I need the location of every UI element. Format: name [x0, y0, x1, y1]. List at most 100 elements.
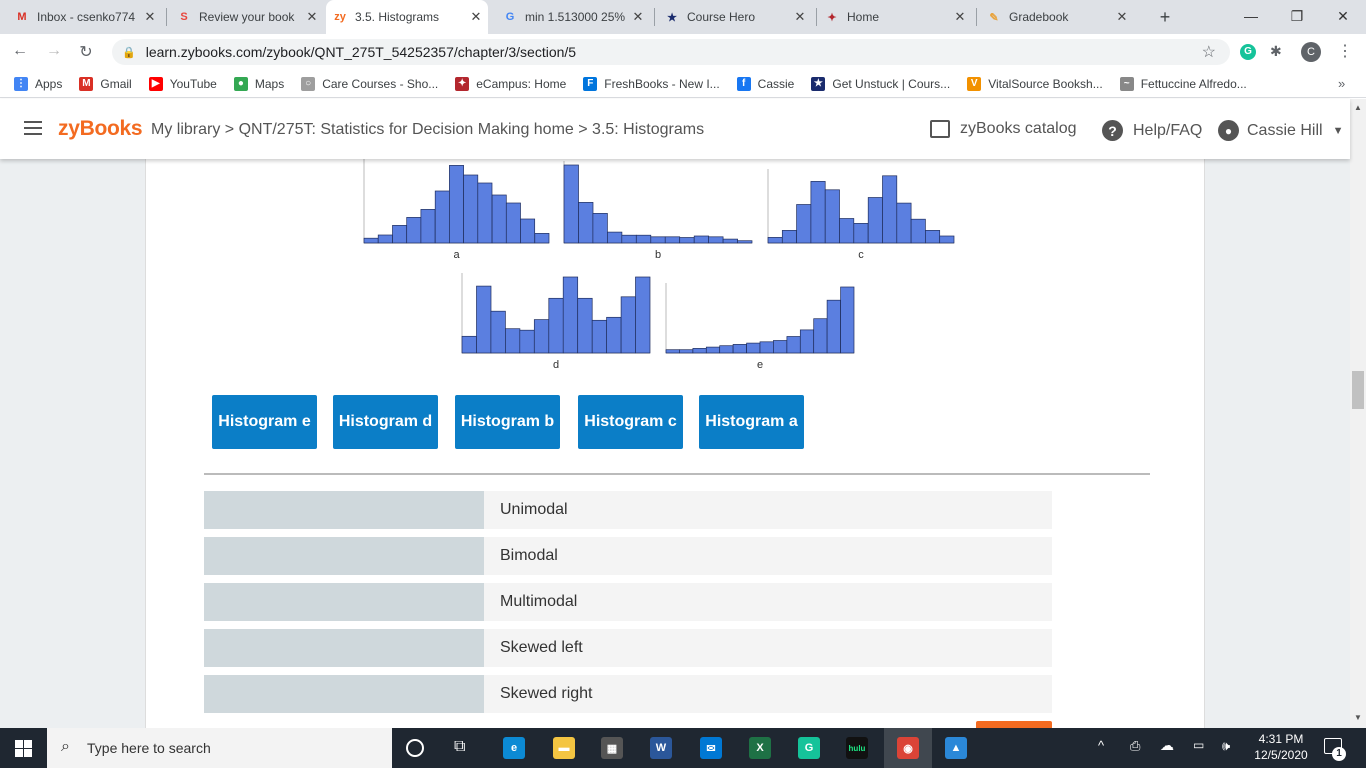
bookmark-item[interactable]: ~ Fettuccine Alfredo...	[1119, 76, 1247, 91]
browser-tab[interactable]: S Review your book ✕	[170, 6, 324, 28]
page-scrollbar[interactable]: ▲ ▼	[1350, 99, 1366, 728]
histogram-drag-button[interactable]: Histogram b	[455, 395, 560, 449]
close-tab-icon[interactable]: ✕	[1114, 9, 1130, 25]
extensions-icon[interactable]: ✱	[1270, 43, 1282, 60]
drop-zone[interactable]	[204, 629, 484, 667]
minimize-icon[interactable]: —	[1228, 4, 1274, 28]
scrollbar-thumb[interactable]	[1352, 371, 1364, 409]
bookmark-item[interactable]: ○ Care Courses - Sho...	[301, 76, 438, 91]
close-tab-icon[interactable]: ✕	[630, 9, 646, 25]
histogram-bar	[607, 231, 623, 244]
google-icon: G	[505, 11, 515, 23]
close-tab-icon[interactable]: ✕	[304, 9, 320, 25]
bookmark-item[interactable]: M Gmail	[79, 76, 132, 91]
task-view-icon[interactable]: ⧉	[454, 738, 465, 756]
bookmark-label: Gmail	[100, 76, 132, 91]
histogram-drag-button[interactable]: Histogram a	[699, 395, 804, 449]
close-window-icon[interactable]: ✕	[1320, 4, 1366, 28]
bookmark-item[interactable]: F FreshBooks - New I...	[583, 76, 720, 91]
grammarly-extension-icon[interactable]: G	[1240, 44, 1256, 60]
reload-icon[interactable]: ↻	[76, 42, 96, 62]
tray-chevron-icon[interactable]: ^	[1098, 738, 1104, 753]
histogram-bar	[939, 235, 955, 244]
file-explorer-icon[interactable]: ▬	[553, 737, 575, 759]
chrome-menu-icon[interactable]: ⋮	[1337, 41, 1353, 61]
taskbar-search[interactable]: ⌕ Type here to search	[47, 728, 392, 768]
zybooks-logo[interactable]: zyBooks	[58, 117, 143, 141]
histogram-bar	[693, 235, 710, 244]
histogram-drag-button[interactable]: Histogram c	[578, 395, 683, 449]
close-tab-icon[interactable]: ✕	[142, 9, 158, 25]
edge-icon[interactable]: e	[503, 737, 525, 759]
histogram-label: e	[757, 359, 763, 371]
cortana-icon[interactable]	[406, 739, 424, 757]
onedrive-icon[interactable]: ☁	[1160, 737, 1174, 754]
url-bar[interactable]: 🔒 learn.zybooks.com/zybook/QNT_275T_5425…	[112, 39, 1230, 65]
bookmark-item[interactable]: ⋮ Apps	[14, 76, 62, 91]
word-icon[interactable]: W	[650, 737, 672, 759]
catalog-link[interactable]: zyBooks catalog	[930, 120, 1077, 138]
bookmark-icon: ⋮	[14, 76, 28, 91]
histogram-drag-button[interactable]: Histogram d	[333, 395, 438, 449]
browser-tab[interactable]: ✎ Gradebook ✕	[980, 6, 1134, 28]
help-link[interactable]: ? Help/FAQ	[1102, 120, 1202, 141]
histogram-bar	[665, 349, 680, 354]
bookmark-item[interactable]: ▶ YouTube	[148, 76, 217, 91]
clock[interactable]: 4:31 PM 12/5/2020	[1250, 731, 1312, 763]
grammarly-icon[interactable]: G	[798, 737, 820, 759]
bookmark-icon: f	[736, 76, 751, 91]
scroll-down-icon[interactable]: ▼	[1354, 713, 1362, 722]
bookmark-item[interactable]: V VitalSource Booksh...	[967, 76, 1103, 91]
user-menu[interactable]: ● Cassie Hill ▼	[1218, 120, 1343, 141]
new-tab-button[interactable]: +	[1150, 6, 1180, 28]
drop-zone[interactable]	[204, 537, 484, 575]
browser-tab[interactable]: M Inbox - csenko774 ✕	[8, 6, 162, 28]
bookmark-item[interactable]: ✦ eCampus: Home	[455, 76, 566, 91]
battery-icon[interactable]: ▭	[1193, 738, 1204, 752]
meet-now-icon[interactable]: ⎙	[1130, 738, 1140, 754]
windows-start-icon[interactable]	[15, 740, 32, 757]
drop-zone[interactable]	[204, 675, 484, 713]
catalog-label: zyBooks catalog	[960, 120, 1077, 137]
bookmark-label: Get Unstuck | Cours...	[832, 76, 951, 91]
hulu-icon[interactable]: hulu	[846, 737, 868, 759]
close-tab-icon[interactable]: ✕	[952, 9, 968, 25]
drop-zone[interactable]	[204, 583, 484, 621]
match-row: Bimodal	[204, 537, 1052, 575]
breadcrumb[interactable]: My library > QNT/275T: Statistics for De…	[151, 121, 704, 139]
forward-icon[interactable]: →	[44, 42, 64, 60]
star-icon[interactable]: ☆	[1202, 42, 1216, 62]
match-row: Skewed left	[204, 629, 1052, 667]
check-button[interactable]	[976, 721, 1052, 728]
bookmark-item[interactable]: f Cassie	[736, 76, 794, 91]
photos-icon[interactable]: ▲	[945, 737, 967, 759]
histogram-bar	[692, 348, 707, 354]
browser-tab[interactable]: ✦ Home ✕	[818, 6, 972, 28]
bookmark-icon: ~	[1119, 76, 1134, 91]
browser-tab[interactable]: zy 3.5. Histograms ✕	[326, 0, 488, 34]
drop-zone[interactable]	[204, 491, 484, 529]
match-label: Multimodal	[484, 583, 1052, 621]
excel-icon[interactable]: X	[749, 737, 771, 759]
back-icon[interactable]: ←	[10, 42, 30, 60]
match-label: Skewed right	[484, 675, 1052, 713]
restore-icon[interactable]: ❐	[1274, 4, 1320, 28]
browser-tab[interactable]: Gmin 1.513000 25% ✕	[496, 6, 650, 28]
bookmark-item[interactable]: ● Maps	[233, 76, 284, 91]
menu-icon[interactable]	[24, 121, 42, 135]
close-tab-icon[interactable]: ✕	[792, 9, 808, 25]
browser-tab[interactable]: ★ Course Hero ✕	[658, 6, 812, 28]
volume-icon[interactable]: 🕪	[1222, 738, 1230, 754]
tab-title: Gradebook	[1009, 10, 1069, 24]
url-text: learn.zybooks.com/zybook/QNT_275T_542523…	[145, 44, 577, 60]
close-tab-icon[interactable]: ✕	[468, 9, 484, 25]
profile-avatar[interactable]: C	[1301, 42, 1321, 62]
bookmarks-overflow-icon[interactable]: »	[1338, 76, 1345, 91]
store-icon[interactable]: ▦	[601, 737, 623, 759]
histogram-drag-button[interactable]: Histogram e	[212, 395, 317, 449]
scroll-up-icon[interactable]: ▲	[1354, 103, 1362, 112]
mail-icon[interactable]: ✉	[700, 737, 722, 759]
bookmark-item[interactable]: ★ Get Unstuck | Cours...	[811, 76, 951, 91]
chrome-icon[interactable]: ◉	[897, 737, 919, 759]
divider	[204, 473, 1150, 475]
